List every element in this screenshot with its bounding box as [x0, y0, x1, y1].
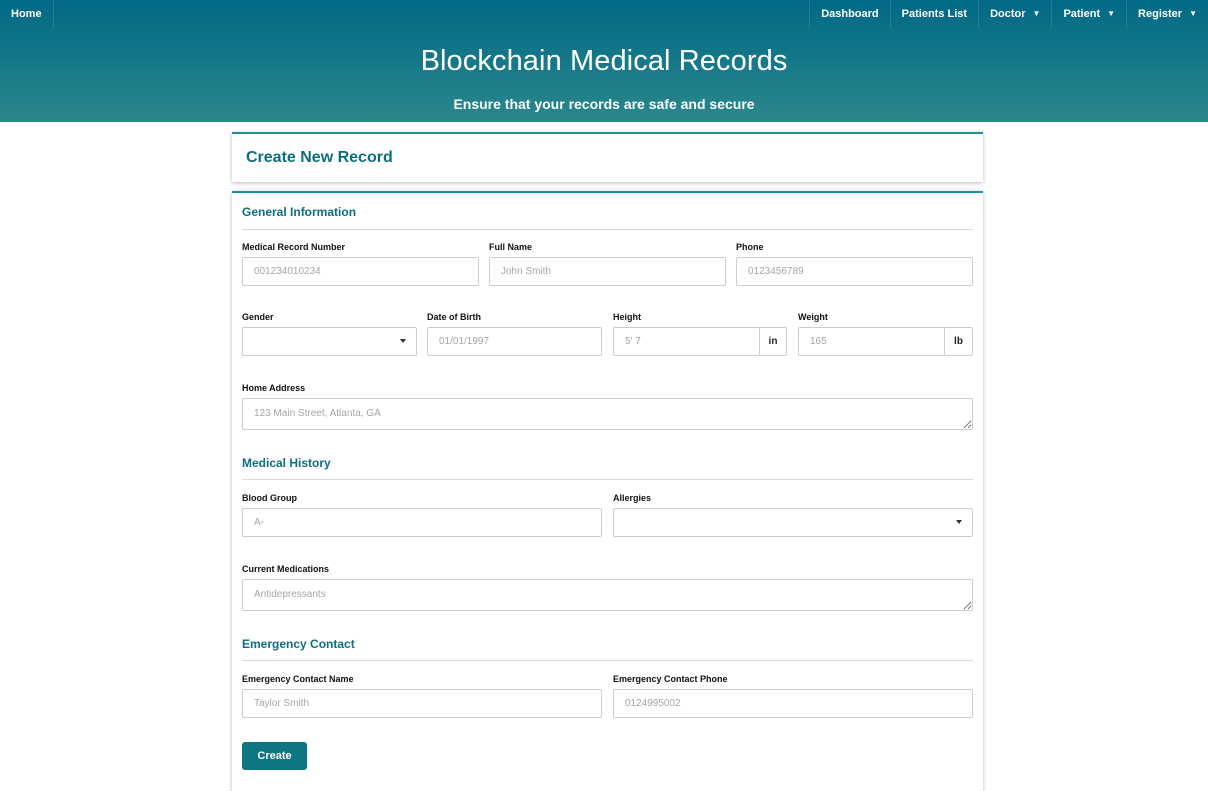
divider: [242, 229, 973, 230]
nav-doctor-label: Doctor: [990, 8, 1026, 20]
site-title: Blockchain Medical Records: [420, 45, 788, 77]
emergency-phone-label: Emergency Contact Phone: [613, 674, 728, 684]
emergency-contact-title: Emergency Contact: [242, 637, 355, 651]
phone-input[interactable]: [736, 257, 973, 286]
caret-down-icon: ▼: [1189, 8, 1197, 18]
dropdown-arrow-icon: [400, 339, 406, 343]
phone-label: Phone: [736, 242, 764, 252]
medications-label: Current Medications: [242, 564, 330, 574]
dropdown-arrow-icon: [956, 520, 962, 524]
emergency-phone-input[interactable]: [613, 689, 973, 718]
blood-group-input[interactable]: [242, 508, 602, 537]
caret-down-icon: ▼: [1032, 8, 1041, 18]
nav-register-label: Register: [1138, 8, 1183, 20]
nav-patients-list-link[interactable]: Patients List: [889, 0, 978, 28]
full-name-input[interactable]: [489, 257, 726, 286]
medical-history-title: Medical History: [242, 456, 331, 470]
record-form: General Information Medical Record Numbe…: [232, 191, 983, 791]
full-name-label: Full Name: [489, 242, 533, 252]
dob-input[interactable]: [427, 327, 602, 356]
weight-label: Weight: [798, 312, 828, 322]
mrn-label: Medical Record Number: [242, 242, 346, 252]
site-subtitle: Ensure that your records are safe and se…: [453, 96, 755, 112]
emergency-name-input[interactable]: [242, 689, 602, 718]
address-label: Home Address: [242, 383, 306, 393]
general-info-title: General Information: [242, 205, 357, 219]
allergies-label: Allergies: [613, 493, 652, 503]
height-input[interactable]: [613, 327, 760, 356]
allergies-select[interactable]: [613, 508, 973, 537]
weight-input[interactable]: [798, 327, 945, 356]
medications-textarea[interactable]: [242, 579, 973, 611]
page-heading-card: Create New Record: [232, 132, 983, 182]
height-label: Height: [613, 312, 641, 322]
nav-home-label: Home: [11, 8, 42, 20]
nav-right: Dashboard Patients List Doctor ▼ Patient…: [809, 0, 1208, 28]
emergency-name-label: Emergency Contact Name: [242, 674, 354, 684]
nav-home-link[interactable]: Home: [0, 0, 54, 28]
address-textarea[interactable]: [242, 398, 973, 430]
create-button[interactable]: Create: [242, 742, 307, 770]
nav-patients-list-label: Patients List: [901, 8, 968, 20]
nav-left: Home: [0, 0, 54, 28]
mrn-input[interactable]: [242, 257, 479, 286]
nav-patient-dropdown[interactable]: Patient ▼: [1051, 0, 1126, 28]
blood-group-label: Blood Group: [242, 493, 297, 503]
top-navbar: Home Dashboard Patients List Doctor ▼ Pa…: [0, 0, 1208, 28]
page-title: Create New Record: [246, 149, 393, 166]
caret-down-icon: ▼: [1107, 8, 1116, 18]
dob-label: Date of Birth: [427, 312, 481, 322]
nav-dashboard-label: Dashboard: [821, 8, 879, 20]
weight-unit-addon: lb: [945, 327, 973, 356]
hero-header: Home Dashboard Patients List Doctor ▼ Pa…: [0, 0, 1208, 122]
nav-doctor-dropdown[interactable]: Doctor ▼: [978, 0, 1051, 28]
nav-register-dropdown[interactable]: Register ▼: [1126, 0, 1208, 28]
gender-select[interactable]: [242, 327, 417, 356]
nav-patient-label: Patient: [1063, 8, 1101, 20]
divider: [242, 660, 973, 661]
nav-dashboard-link[interactable]: Dashboard: [809, 0, 889, 28]
divider: [242, 479, 973, 480]
gender-label: Gender: [242, 312, 274, 322]
height-unit-addon: in: [760, 327, 787, 356]
